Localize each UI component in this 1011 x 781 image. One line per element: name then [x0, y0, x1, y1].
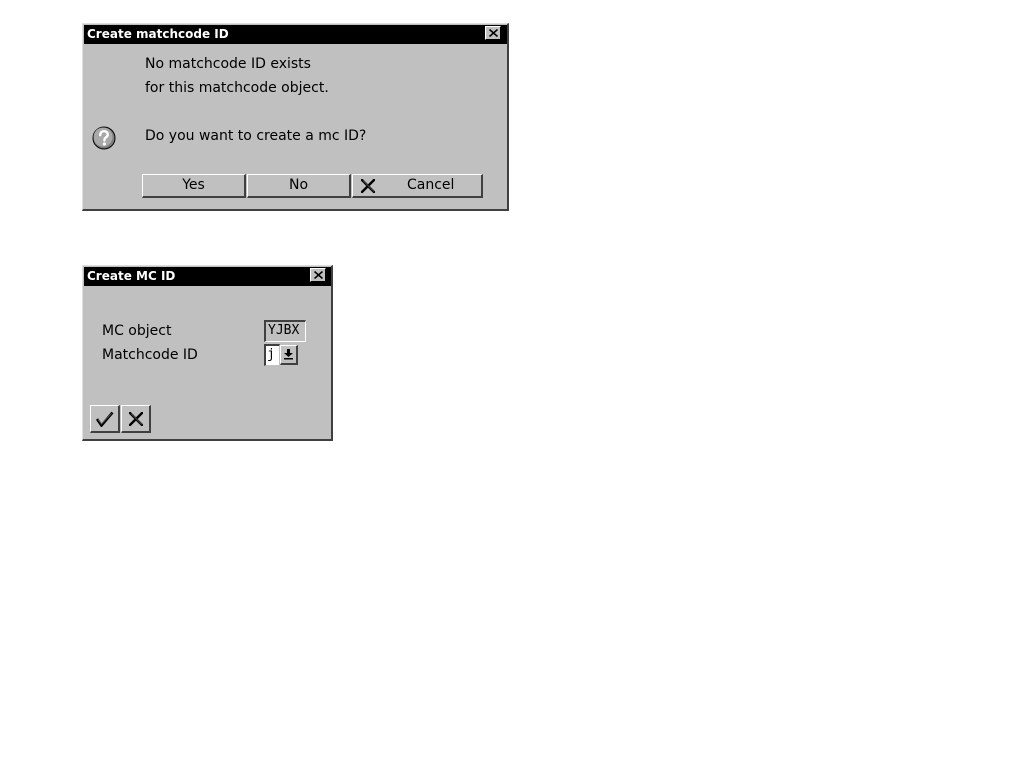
dialog-title: Create MC ID — [87, 269, 176, 283]
mc-object-field: YJBX — [264, 320, 306, 342]
no-button[interactable]: No — [247, 174, 351, 198]
no-button-label: No — [288, 177, 309, 193]
question-text: Do you want to create a mc ID? — [145, 128, 367, 144]
message-line-2: for this matchcode object. — [145, 80, 329, 96]
dropdown-arrow-icon — [284, 349, 293, 360]
x-icon — [129, 412, 143, 426]
mc-object-label: MC object — [102, 323, 172, 339]
x-icon — [361, 179, 375, 193]
yes-button-label: Yes — [182, 177, 205, 193]
matchcode-id-input[interactable]: j — [264, 344, 280, 366]
message-line-1: No matchcode ID exists — [145, 56, 311, 72]
yes-button[interactable]: Yes — [142, 174, 246, 198]
confirm-button[interactable] — [90, 405, 120, 433]
matchcode-id-label: Matchcode ID — [102, 347, 198, 363]
close-icon — [314, 271, 323, 279]
dialog-title: Create matchcode ID — [87, 27, 229, 41]
cancel-button-label: Cancel — [407, 177, 455, 193]
create-matchcode-dialog: Create matchcode ID No matchcode ID exis… — [82, 23, 509, 211]
checkmark-icon — [96, 411, 114, 427]
dialog-titlebar: Create matchcode ID — [84, 25, 507, 44]
close-button[interactable] — [310, 268, 326, 282]
close-icon — [489, 29, 498, 37]
matchcode-id-dropdown-button[interactable] — [280, 345, 298, 365]
cancel-button[interactable] — [121, 405, 151, 433]
dialog-titlebar: Create MC ID — [84, 267, 331, 286]
cancel-button[interactable]: Cancel — [352, 174, 483, 198]
close-button[interactable] — [485, 26, 501, 40]
create-mc-id-dialog: Create MC ID MC object YJBX Matchcode ID… — [82, 265, 333, 441]
question-icon — [92, 126, 116, 150]
